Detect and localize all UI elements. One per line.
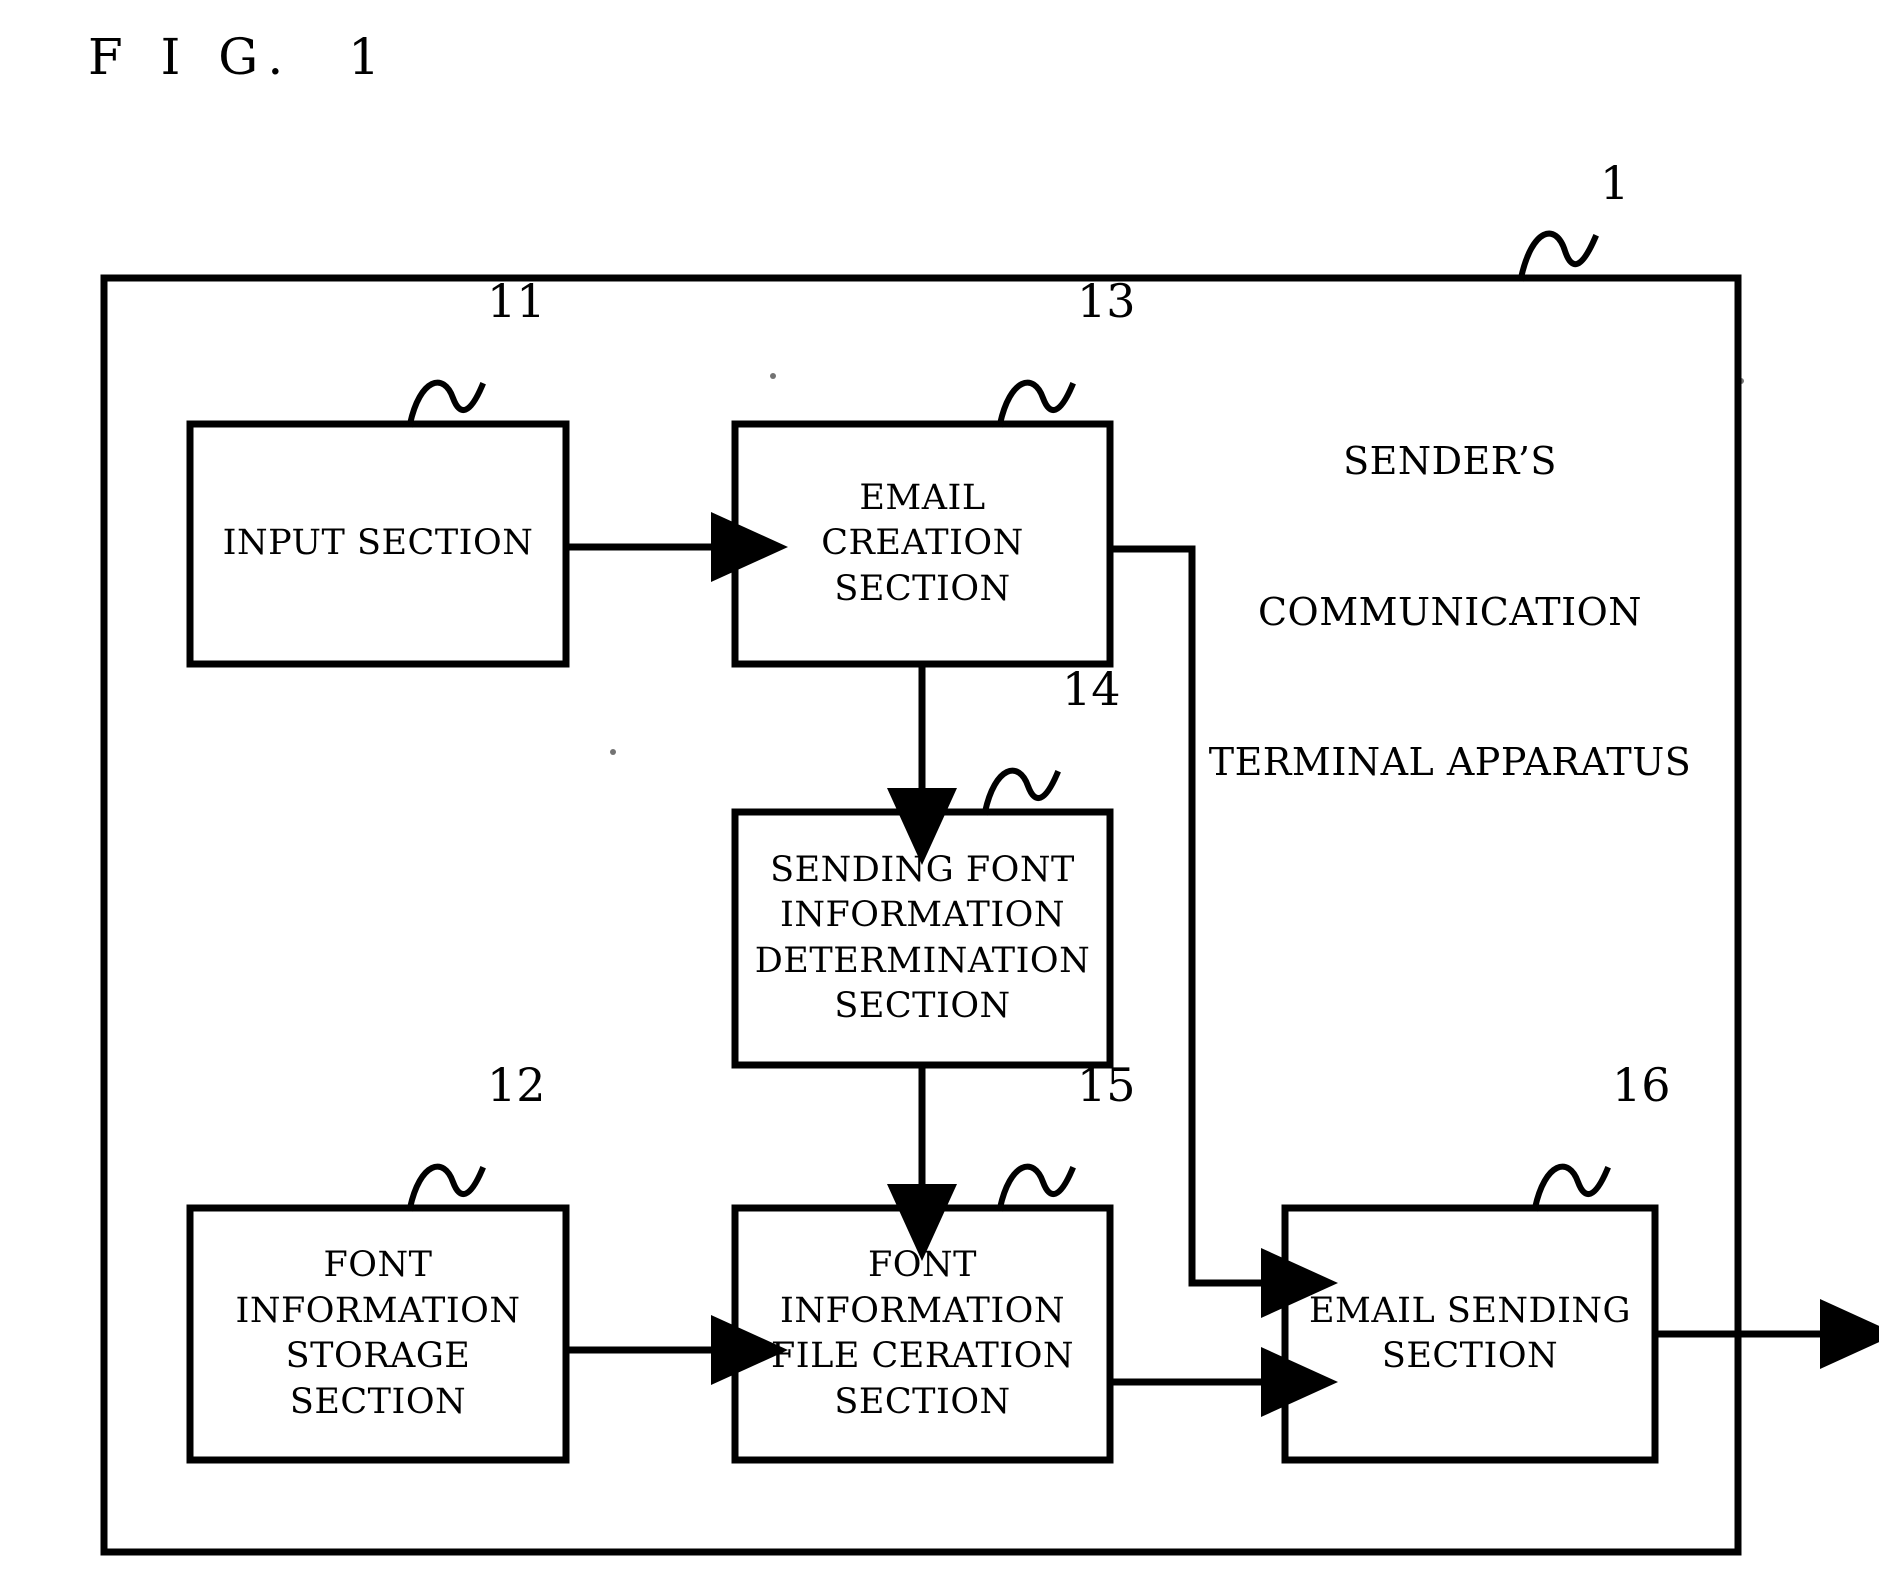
fifc-line-3: FILE CERATION bbox=[770, 1336, 1075, 1376]
email-creation-section-line-2: CREATION bbox=[821, 523, 1024, 564]
figure-title: F I G. 1 bbox=[88, 28, 391, 86]
email-sending-section-line-1: EMAIL SENDING bbox=[1309, 1290, 1631, 1331]
apparatus-caption: SENDER’S COMMUNICATION TERMINAL APPARATU… bbox=[1190, 336, 1710, 888]
sending-font-information-determination-section-label: SENDING FONT INFORMATION DETERMINATION S… bbox=[735, 812, 1110, 1065]
ref-numeral-15: 15 bbox=[1077, 1058, 1136, 1112]
ref-numeral-1: 1 bbox=[1600, 156, 1630, 210]
fifc-line-4: SECTION bbox=[834, 1381, 1011, 1422]
input-section-label: INPUT SECTION bbox=[190, 424, 566, 664]
apparatus-caption-line-3: TERMINAL APPARATUS bbox=[1208, 740, 1692, 785]
email-sending-section-line-2: SECTION bbox=[1381, 1336, 1559, 1376]
sfidt-line-3: DETERMINATION bbox=[754, 940, 1091, 981]
ref-numeral-11: 11 bbox=[487, 274, 546, 328]
fiss-line-2: INFORMATION bbox=[235, 1290, 521, 1331]
fiss-line-1: FONT bbox=[323, 1245, 433, 1285]
apparatus-caption-line-1: SENDER’S bbox=[1343, 439, 1557, 484]
sfidt-line-1: SENDING FONT bbox=[770, 849, 1075, 890]
apparatus-caption-line-2: COMMUNICATION bbox=[1257, 589, 1643, 634]
sfidt-line-2: INFORMATION bbox=[780, 895, 1065, 935]
email-creation-section-line-1: EMAIL bbox=[859, 477, 986, 518]
ref-numeral-14: 14 bbox=[1062, 662, 1121, 716]
ref-numeral-16: 16 bbox=[1612, 1058, 1671, 1112]
font-information-file-ceration-section-label: FONT INFORMATION FILE CERATION SECTION bbox=[735, 1208, 1110, 1460]
ref-numeral-12: 12 bbox=[487, 1058, 546, 1112]
email-creation-section-line-3: SECTION bbox=[834, 568, 1011, 609]
sfidt-line-4: SECTION bbox=[834, 986, 1011, 1026]
fifc-line-1: FONT bbox=[868, 1245, 977, 1285]
email-sending-section-label: EMAIL SENDING SECTION bbox=[1285, 1208, 1655, 1460]
input-section-line-1: INPUT SECTION bbox=[222, 523, 534, 564]
fiss-line-4: SECTION bbox=[289, 1381, 467, 1422]
email-creation-section-label: EMAIL CREATION SECTION bbox=[735, 424, 1110, 664]
fiss-line-3: STORAGE bbox=[285, 1336, 471, 1376]
figure-root: F I G. 1 SENDER’S COMMUNICATION TERMINAL… bbox=[0, 0, 1879, 1594]
fifc-line-2: INFORMATION bbox=[780, 1290, 1065, 1331]
font-information-storage-section-label: FONT INFORMATION STORAGE SECTION bbox=[190, 1208, 566, 1460]
ref-numeral-13: 13 bbox=[1077, 274, 1136, 328]
